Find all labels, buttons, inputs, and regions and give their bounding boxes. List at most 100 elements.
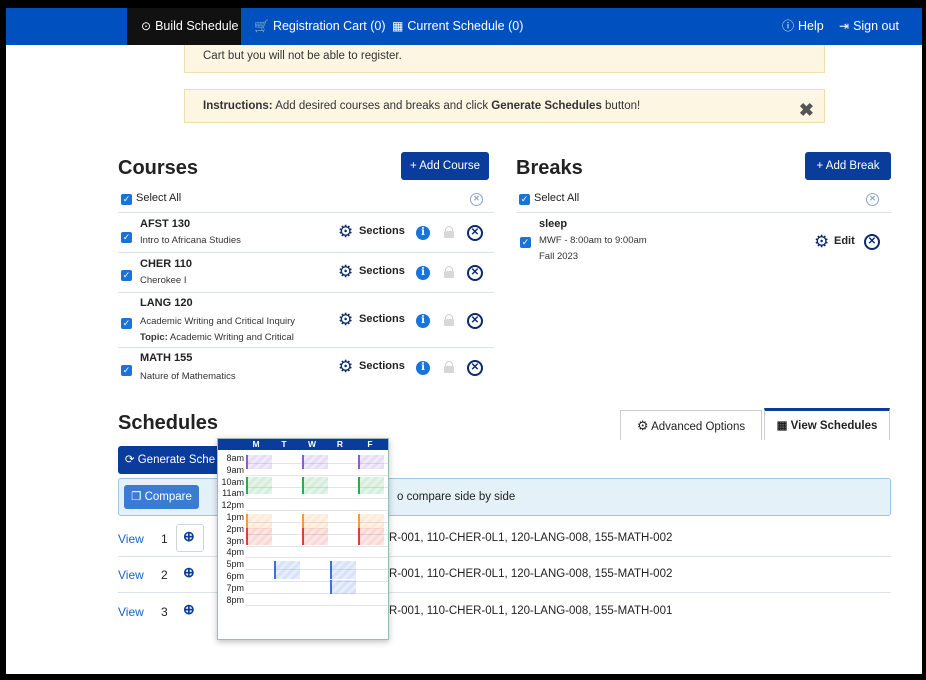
- hour-gridline: [246, 569, 388, 571]
- gear-icon: ⚙: [814, 232, 830, 251]
- day-label: T: [281, 439, 287, 449]
- calendar-icon: ▦: [776, 420, 788, 432]
- schedule-number: 2: [161, 568, 168, 582]
- remove-all-courses-icon[interactable]: ✕: [470, 193, 483, 206]
- instructions-text: Instructions: Add desired courses and br…: [203, 100, 641, 112]
- hour-label: 8am: [226, 453, 244, 463]
- course-checkbox[interactable]: ✓: [121, 365, 132, 376]
- hour-label: 6pm: [226, 571, 244, 581]
- divider: [118, 292, 494, 293]
- nav-sign-out[interactable]: ⇥ Sign out: [839, 8, 899, 45]
- calendar-day-header: M T W R F: [218, 439, 388, 450]
- info-icon[interactable]: i: [416, 226, 430, 240]
- select-all-courses-label: Select All: [136, 192, 182, 204]
- view-schedule-link[interactable]: View: [118, 568, 144, 582]
- sections-button[interactable]: Sections: [359, 360, 405, 372]
- calendar-event-block: [246, 477, 272, 494]
- sections-button[interactable]: Sections: [359, 265, 405, 277]
- lock-icon[interactable]: [444, 361, 454, 373]
- gear-icon: ⚙: [338, 357, 354, 376]
- gear-icon: ⚙: [338, 222, 354, 241]
- hour-gridline: [246, 545, 388, 547]
- nav-current-schedule[interactable]: ▦ Current Schedule (0): [392, 8, 523, 45]
- edit-break-button[interactable]: Edit: [834, 235, 855, 247]
- calendar-event-block: [302, 477, 328, 494]
- day-label: R: [336, 439, 344, 449]
- compare-button[interactable]: ❐ Compare: [124, 485, 199, 509]
- course-code: CHER 110: [140, 258, 192, 270]
- calendar-event-block: [274, 561, 300, 579]
- select-all-breaks-checkbox[interactable]: ✓: [519, 194, 530, 205]
- cart-warning-alert: Cart but you will not be able to registe…: [184, 45, 825, 73]
- lock-icon[interactable]: [444, 266, 454, 278]
- view-schedule-link[interactable]: View: [118, 605, 144, 619]
- zoom-in-icon[interactable]: ⊕: [183, 564, 195, 581]
- remove-circle-icon[interactable]: ✕: [467, 225, 483, 241]
- remove-circle-icon[interactable]: ✕: [467, 265, 483, 281]
- course-name: Academic Writing and Critical Inquiry: [140, 316, 296, 327]
- gear-icon: ⚙: [338, 262, 354, 281]
- course-checkbox[interactable]: ✓: [121, 318, 132, 329]
- close-icon[interactable]: ✖: [799, 100, 814, 121]
- hour-label: 5pm: [226, 559, 244, 570]
- add-break-button[interactable]: + Add Break: [805, 152, 891, 180]
- hour-gridline: [246, 474, 388, 476]
- course-topic: Topic: Academic Writing and Critical: [140, 332, 294, 343]
- calendar-event-block: [302, 528, 328, 545]
- day-label: W: [307, 439, 317, 449]
- course-name: Cherokee I: [140, 275, 187, 286]
- divider: [118, 347, 494, 348]
- hour-label: 8pm: [226, 594, 244, 605]
- hour-label: 12pm: [221, 500, 244, 511]
- schedule-number: 1: [161, 532, 168, 546]
- remove-all-breaks-icon[interactable]: ✕: [866, 193, 879, 206]
- generate-schedules-button[interactable]: ⟳ Generate Sche: [118, 446, 222, 474]
- schedule-sections: R-001, 110-CHER-0L1, 120-LANG-008, 155-M…: [389, 605, 673, 617]
- info-icon[interactable]: i: [416, 361, 430, 375]
- info-icon[interactable]: i: [416, 314, 430, 328]
- tab-view-schedules[interactable]: ▦ View Schedules: [764, 408, 890, 440]
- top-nav: ⊙ Build Schedule 🛒 Registration Cart (0) ▦…: [6, 8, 922, 45]
- hour-label: 4pm: [226, 547, 244, 558]
- calendar-event-block: [302, 514, 328, 530]
- lock-icon[interactable]: [444, 314, 454, 326]
- calendar-event-block: [330, 580, 356, 595]
- app-frame: ⊙ Build Schedule 🛒 Registration Cart (0) ▦…: [6, 8, 922, 674]
- view-schedule-link[interactable]: View: [118, 532, 144, 546]
- sections-button[interactable]: Sections: [359, 313, 405, 325]
- hour-gridline: [246, 592, 388, 594]
- zoom-in-icon[interactable]: ⊕: [183, 601, 195, 618]
- calendar-event-block: [246, 455, 272, 470]
- add-course-button[interactable]: + Add Course: [401, 152, 489, 180]
- hour-label: 3pm: [226, 535, 244, 546]
- zoom-in-icon[interactable]: ⊕: [183, 528, 195, 545]
- hour-label: 9am: [226, 464, 244, 475]
- nav-help[interactable]: ⓘ Help: [782, 8, 824, 45]
- remove-circle-icon[interactable]: ✕: [467, 360, 483, 376]
- hour-label: 10am: [221, 476, 244, 487]
- break-checkbox[interactable]: ✓: [520, 237, 531, 248]
- calendar-icon: ▦: [392, 19, 404, 33]
- break-time: MWF - 8:00am to 9:00am: [539, 235, 647, 246]
- lock-icon[interactable]: [444, 226, 454, 238]
- nav-registration-cart[interactable]: 🛒 Registration Cart (0): [254, 8, 386, 45]
- signout-icon: ⇥: [839, 19, 850, 33]
- calendar-event-block: [358, 455, 384, 470]
- nav-build-schedule[interactable]: ⊙ Build Schedule: [127, 8, 241, 45]
- clock-icon: ⊙: [141, 19, 152, 33]
- tab-advanced-options[interactable]: ⚙ Advanced Options: [620, 410, 762, 440]
- remove-circle-icon[interactable]: ✕: [864, 234, 880, 250]
- course-checkbox[interactable]: ✓: [121, 232, 132, 243]
- info-icon[interactable]: i: [416, 266, 430, 280]
- course-checkbox[interactable]: ✓: [121, 270, 132, 281]
- calendar-event-block: [246, 514, 272, 530]
- hour-label: 7pm: [226, 582, 244, 593]
- select-all-courses-checkbox[interactable]: ✓: [121, 194, 132, 205]
- divider: [516, 212, 892, 213]
- schedules-heading: Schedules: [118, 412, 219, 434]
- sections-button[interactable]: Sections: [359, 225, 405, 237]
- schedule-sections: R-001, 110-CHER-0L1, 120-LANG-008, 155-M…: [389, 568, 673, 580]
- hour-label: 1pm: [226, 512, 244, 522]
- schedule-sections: R-001, 110-CHER-0L1, 120-LANG-008, 155-M…: [389, 532, 673, 544]
- remove-circle-icon[interactable]: ✕: [467, 313, 483, 329]
